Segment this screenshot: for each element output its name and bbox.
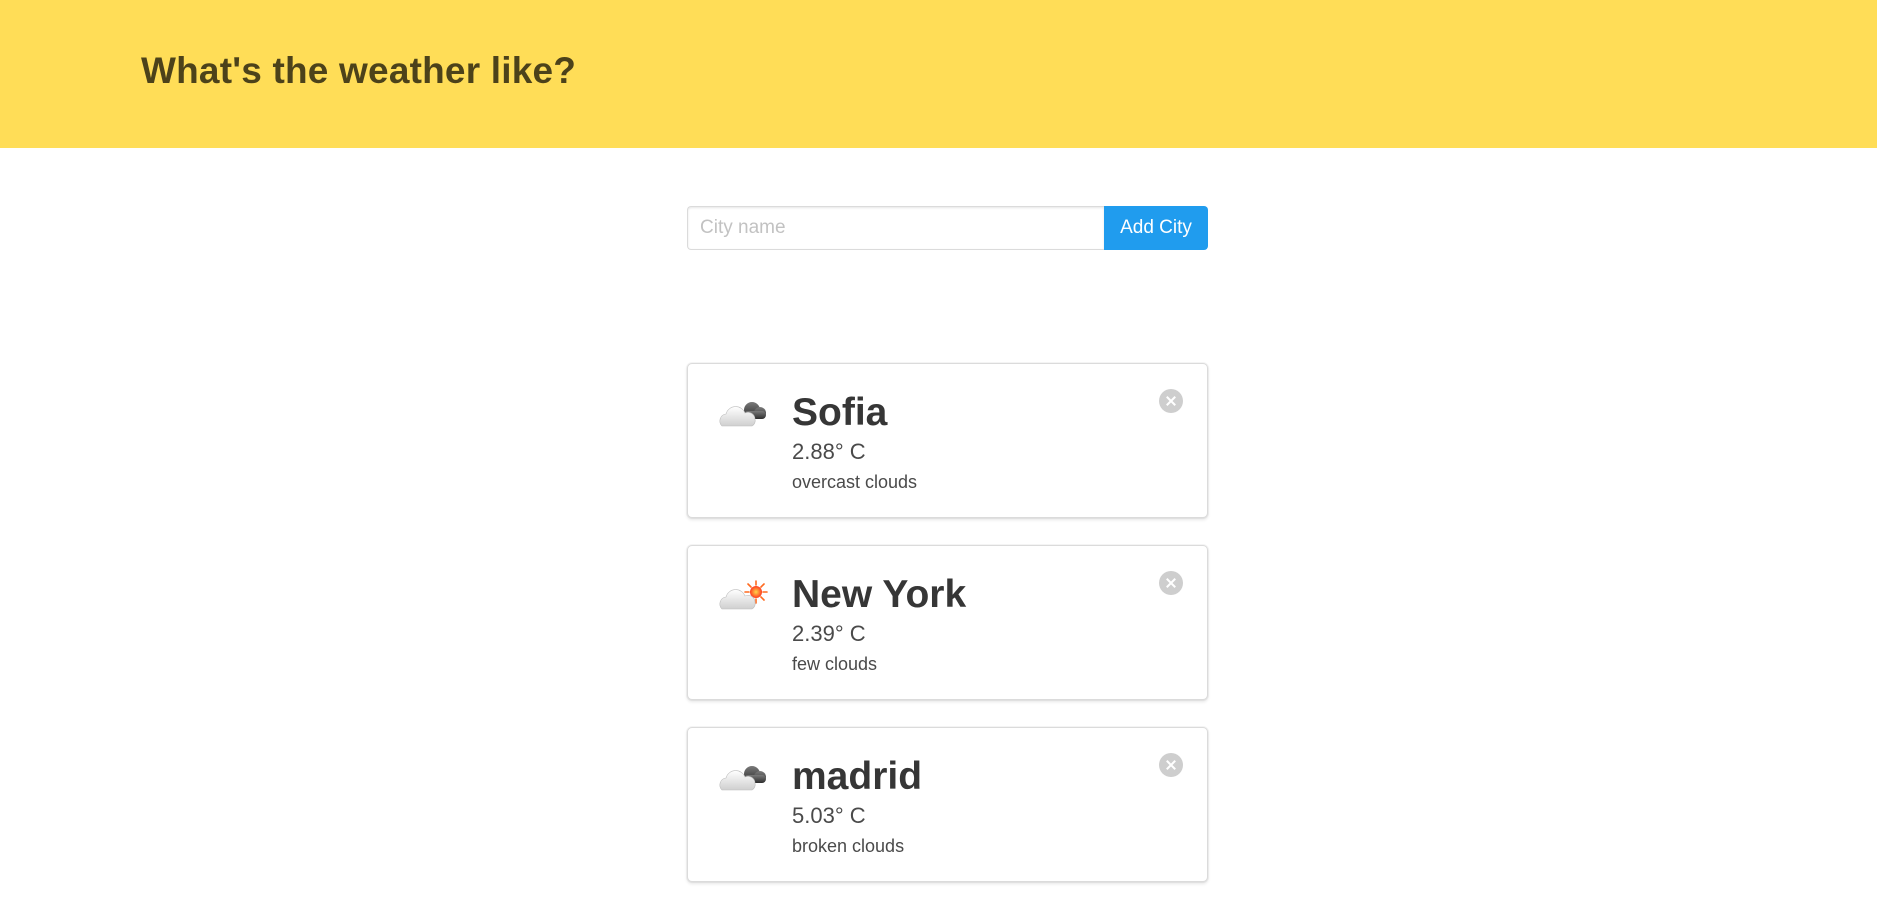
weather-description: overcast clouds <box>792 472 918 492</box>
weather-description: few clouds <box>792 654 878 674</box>
weather-description: broken clouds <box>792 836 905 856</box>
city-card: Sofia 2.88° C overcast clouds <box>687 363 1208 518</box>
city-name: Sofia <box>792 391 888 434</box>
remove-city-button[interactable] <box>1159 753 1183 777</box>
add-city-form: Add City <box>687 206 1208 250</box>
city-card: madrid 5.03° C broken clouds <box>687 727 1208 882</box>
city-temperature: 2.88° C <box>792 439 866 464</box>
add-city-button[interactable]: Add City <box>1104 206 1208 250</box>
main-content: Add City <box>0 148 1877 907</box>
city-info: New York 2.39° C few clouds <box>792 572 966 676</box>
few-clouds-icon <box>719 580 768 610</box>
broken-clouds-icon <box>719 766 766 791</box>
city-name: New York <box>792 573 967 616</box>
city-info: madrid 5.03° C broken clouds <box>792 754 922 858</box>
city-info: Sofia 2.88° C overcast clouds <box>792 390 917 494</box>
header: What's the weather like? <box>0 0 1877 148</box>
page-title: What's the weather like? <box>141 50 577 91</box>
city-name: madrid <box>792 755 923 798</box>
city-list: Sofia 2.88° C overcast clouds New York 2… <box>687 363 1208 907</box>
remove-city-button[interactable] <box>1159 389 1183 413</box>
city-card: New York 2.39° C few clouds <box>687 545 1208 700</box>
city-temperature: 5.03° C <box>792 803 866 828</box>
city-name-input[interactable] <box>687 206 1104 250</box>
city-temperature: 2.39° C <box>792 621 866 646</box>
overcast-clouds-icon <box>719 402 766 427</box>
remove-city-button[interactable] <box>1159 571 1183 595</box>
